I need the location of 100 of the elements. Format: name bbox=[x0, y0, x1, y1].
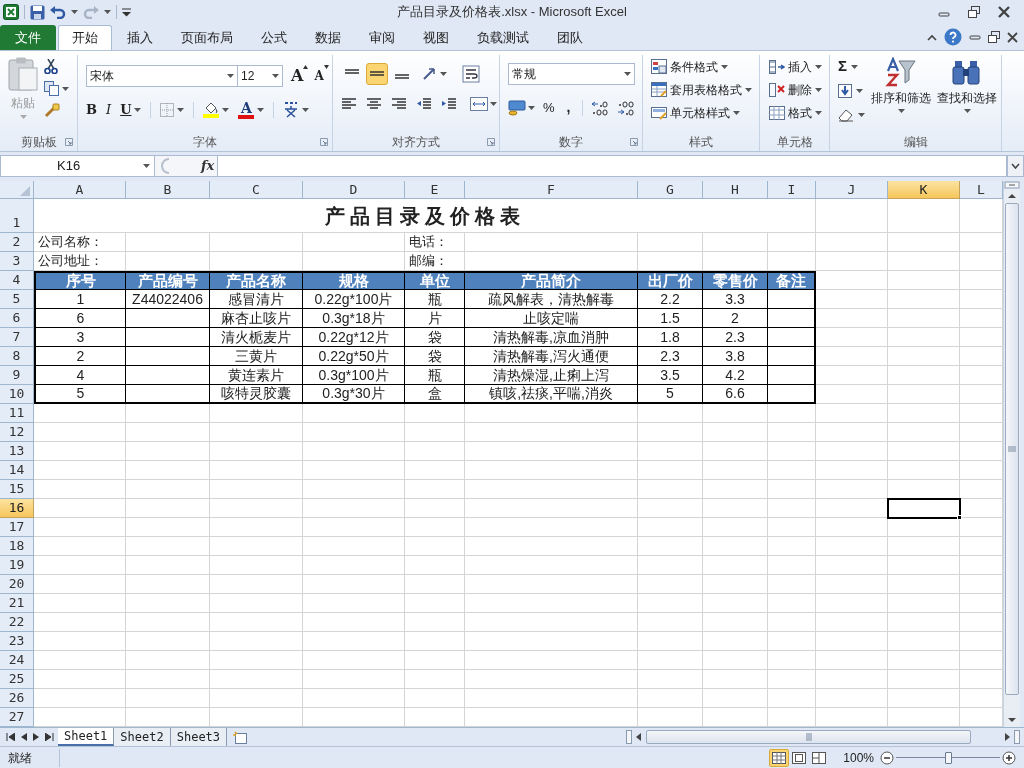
caret-icon[interactable] bbox=[257, 107, 265, 112]
row-header[interactable]: 15 bbox=[0, 480, 34, 499]
row-header[interactable]: 7 bbox=[0, 328, 34, 347]
row-header[interactable]: 13 bbox=[0, 442, 34, 461]
ribbon-tab[interactable]: 开始 bbox=[58, 25, 112, 50]
customize-icon[interactable] bbox=[122, 7, 131, 17]
empty-cell[interactable] bbox=[126, 309, 210, 328]
empty-cell[interactable] bbox=[126, 366, 210, 385]
row-header[interactable]: 9 bbox=[0, 366, 34, 385]
row-header[interactable]: 21 bbox=[0, 594, 34, 613]
dialog-launcher-icon[interactable] bbox=[320, 138, 328, 146]
fill-color-icon[interactable] bbox=[203, 101, 220, 119]
view-button[interactable] bbox=[769, 748, 790, 767]
row-header[interactable]: 5 bbox=[0, 290, 34, 309]
text-orientation-icon[interactable] bbox=[422, 67, 438, 81]
ribbon-tab[interactable]: 视图 bbox=[410, 25, 462, 50]
row-header[interactable]: 27 bbox=[0, 708, 34, 727]
ribbon-tab[interactable]: 页面布局 bbox=[168, 25, 246, 50]
zoom-in-icon[interactable] bbox=[1002, 750, 1016, 765]
vertical-align-button[interactable] bbox=[366, 63, 388, 85]
column-header[interactable]: D bbox=[303, 181, 405, 199]
row-header[interactable]: 1 bbox=[0, 199, 34, 233]
sort-filter-button[interactable]: 排序和筛选 bbox=[871, 57, 931, 124]
caret-icon[interactable] bbox=[302, 107, 310, 112]
caret-icon[interactable] bbox=[815, 110, 822, 115]
column-header[interactable]: G bbox=[638, 181, 703, 199]
scroll-left-icon[interactable] bbox=[634, 732, 644, 742]
row-header[interactable]: 24 bbox=[0, 651, 34, 670]
row-header[interactable]: 2 bbox=[0, 233, 34, 252]
format-painter-icon[interactable] bbox=[44, 103, 60, 118]
last-sheet-icon[interactable] bbox=[45, 733, 54, 741]
caret-icon[interactable] bbox=[528, 105, 535, 110]
excel-icon[interactable] bbox=[3, 4, 19, 20]
horizontal-scrollbar-thumb[interactable] bbox=[646, 730, 971, 744]
row-header[interactable]: 12 bbox=[0, 423, 34, 442]
insert-sheet-icon[interactable] bbox=[233, 730, 250, 744]
empty-cell[interactable] bbox=[768, 328, 816, 347]
font-name-field[interactable]: 宋体 bbox=[86, 65, 238, 87]
empty-cell[interactable] bbox=[768, 309, 816, 328]
empty-cell[interactable] bbox=[768, 290, 816, 309]
ribbon-tab[interactable]: 插入 bbox=[114, 25, 166, 50]
caret-icon[interactable] bbox=[963, 109, 971, 113]
grow-font-button[interactable]: A bbox=[291, 68, 304, 84]
empty-cell[interactable] bbox=[126, 347, 210, 366]
dialog-launcher-icon[interactable] bbox=[65, 138, 73, 146]
dialog-launcher-icon[interactable] bbox=[487, 138, 495, 146]
cells-menu-button[interactable]: 删除 bbox=[788, 80, 812, 99]
empty-cell[interactable] bbox=[768, 385, 816, 404]
empty-cell[interactable] bbox=[126, 328, 210, 347]
column-header[interactable]: B bbox=[126, 181, 210, 199]
file-tab[interactable]: 文件 bbox=[0, 25, 56, 50]
ribbon-tab[interactable]: 审阅 bbox=[356, 25, 408, 50]
undo-icon[interactable] bbox=[50, 5, 66, 19]
caret-icon[interactable] bbox=[815, 64, 822, 69]
increase-decimal-icon[interactable] bbox=[591, 99, 610, 116]
zoom-out-icon[interactable] bbox=[880, 750, 894, 765]
caret-icon[interactable] bbox=[815, 87, 822, 92]
dialog-launcher-icon[interactable] bbox=[630, 138, 638, 146]
expand-formula-bar-icon[interactable] bbox=[1007, 155, 1024, 177]
close-icon[interactable] bbox=[1007, 31, 1018, 43]
restore-icon[interactable] bbox=[988, 31, 1000, 43]
row-header[interactable]: 14 bbox=[0, 461, 34, 480]
formula-input[interactable] bbox=[217, 155, 1007, 177]
caret-icon[interactable] bbox=[490, 102, 497, 106]
scissors-icon[interactable] bbox=[44, 59, 58, 74]
row-header[interactable]: 25 bbox=[0, 670, 34, 689]
phonetic-guide-icon[interactable] bbox=[283, 101, 300, 119]
align-right-icon[interactable] bbox=[391, 97, 407, 111]
column-header[interactable]: K bbox=[888, 181, 960, 199]
scroll-right-icon[interactable] bbox=[1002, 732, 1012, 742]
number-format-field[interactable]: 常规 bbox=[508, 63, 635, 85]
align-center-icon[interactable] bbox=[366, 97, 382, 111]
comma-button[interactable]: , bbox=[562, 97, 575, 118]
font-color-button[interactable]: A bbox=[241, 100, 252, 115]
column-header[interactable]: I bbox=[768, 181, 816, 199]
row-header[interactable]: 11 bbox=[0, 404, 34, 423]
fill-handle[interactable] bbox=[957, 515, 962, 520]
ribbon-tab[interactable]: 团队 bbox=[544, 25, 596, 50]
autosum-button[interactable]: Σ bbox=[838, 55, 847, 78]
styles-menu-button[interactable]: 套用表格格式 bbox=[670, 80, 742, 99]
empty-cell[interactable] bbox=[768, 366, 816, 385]
select-all-icon[interactable] bbox=[20, 186, 30, 196]
column-header[interactable]: L bbox=[960, 181, 1003, 199]
caret-icon[interactable] bbox=[272, 74, 279, 78]
row-header[interactable]: 16 bbox=[0, 499, 34, 518]
row-header[interactable]: 22 bbox=[0, 613, 34, 632]
wrap-text-icon[interactable] bbox=[462, 65, 480, 83]
caret-icon[interactable] bbox=[62, 86, 69, 91]
caret-icon[interactable] bbox=[104, 10, 111, 14]
copy-icon[interactable] bbox=[44, 81, 60, 96]
close-icon[interactable] bbox=[998, 6, 1010, 18]
ribbon-tab[interactable]: 数据 bbox=[302, 25, 354, 50]
italic-button[interactable]: I bbox=[106, 100, 112, 120]
row-header[interactable]: 4 bbox=[0, 271, 34, 290]
caret-icon[interactable] bbox=[177, 107, 185, 112]
decrease-indent-icon[interactable] bbox=[416, 97, 432, 111]
increase-indent-icon[interactable] bbox=[441, 97, 457, 111]
row-header[interactable]: 6 bbox=[0, 309, 34, 328]
column-header[interactable]: J bbox=[816, 181, 888, 199]
first-sheet-icon[interactable] bbox=[6, 733, 15, 741]
